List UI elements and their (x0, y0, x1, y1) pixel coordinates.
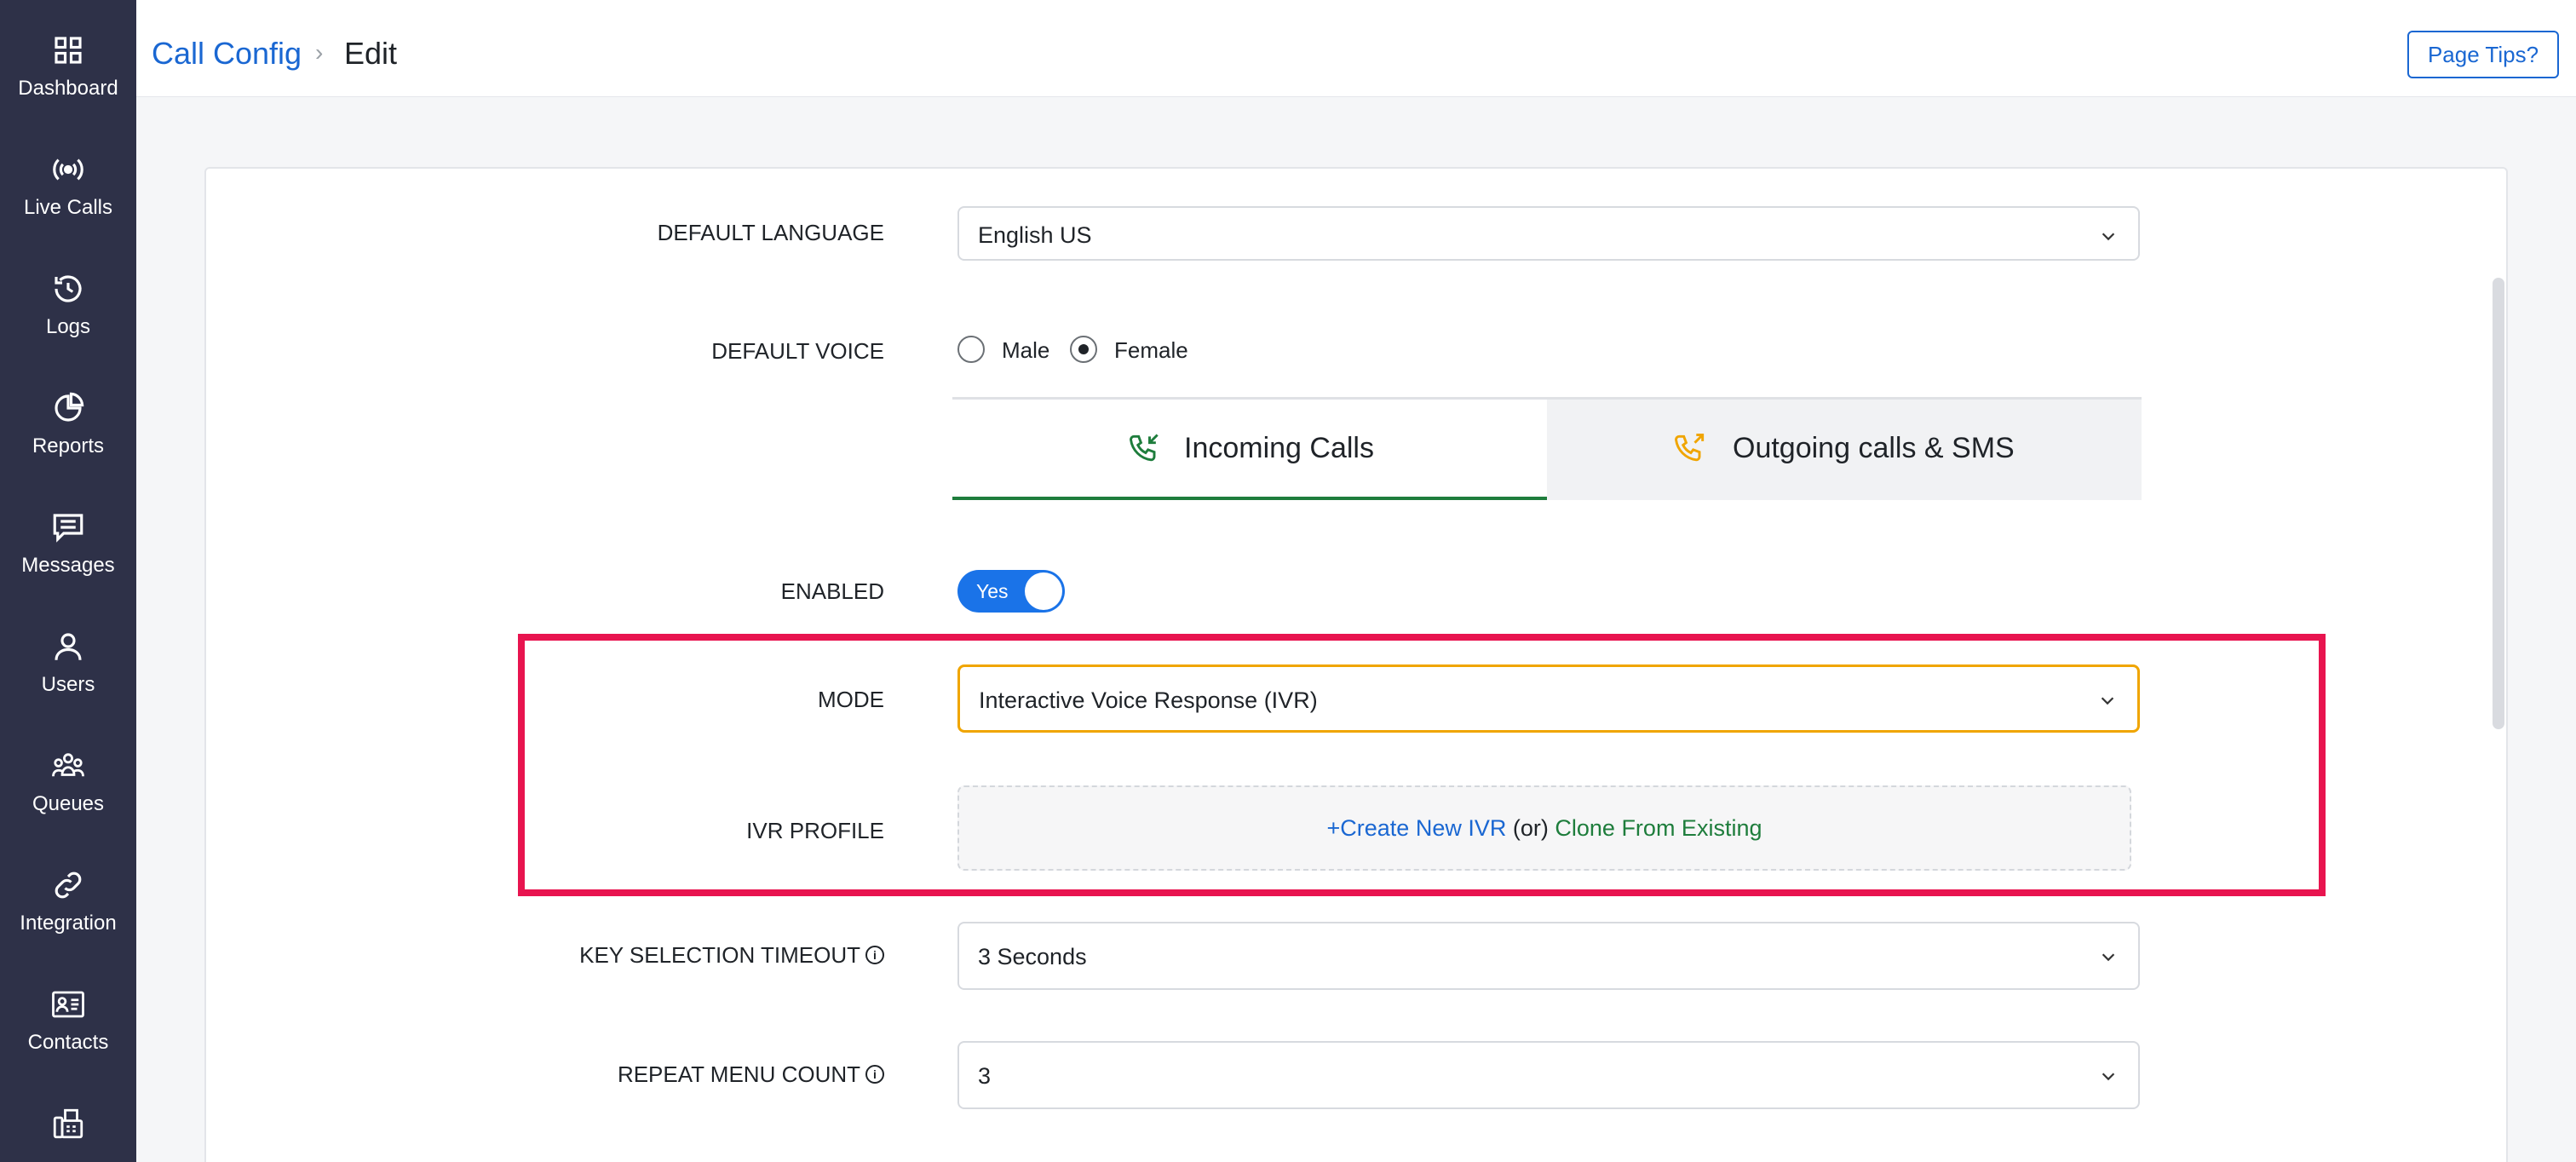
broadcast-icon (0, 152, 136, 187)
tab-incoming-calls[interactable]: Incoming Calls (952, 400, 1547, 500)
page-title: Edit (344, 36, 398, 71)
mode-value: Interactive Voice Response (IVR) (979, 687, 1318, 713)
sidebar-item-messages[interactable]: Messages (0, 509, 136, 578)
sidebar-item-label: Dashboard (18, 77, 118, 100)
chevron-down-icon (2102, 1073, 2115, 1081)
toggle-state-text: Yes (976, 580, 1009, 602)
sidebar-item-queues[interactable]: Queues (0, 748, 136, 816)
breadcrumb-separator: › (315, 39, 324, 66)
sidebar-item-label: Live Calls (23, 196, 113, 219)
sidebar-item-users[interactable]: Users (0, 629, 136, 697)
repeat-menu-count-value: 3 (978, 1063, 992, 1089)
radio-selected-dot (1078, 344, 1089, 354)
sidebar-item-contacts[interactable]: Contacts (0, 987, 136, 1055)
queue-people-icon (0, 748, 136, 784)
info-icon[interactable]: i (865, 946, 884, 964)
link-icon (0, 867, 136, 903)
or-separator: (or) (1512, 815, 1549, 841)
default-voice-label: DEFAULT VOICE (711, 338, 884, 364)
sidebar-item-label: Contacts (27, 1031, 109, 1054)
fax-icon (0, 1106, 136, 1142)
sidebar-item-label: Queues (32, 792, 105, 815)
voice-female-label: Female (1114, 337, 1188, 363)
key-selection-timeout-text: KEY SELECTION TIMEOUT (579, 942, 860, 968)
incoming-call-icon (1130, 434, 1159, 462)
sidebar-item-integration[interactable]: Integration (0, 867, 136, 935)
sidebar-item-label: Messages (21, 554, 115, 577)
pie-chart-icon (0, 390, 136, 426)
sidebar-item-label: Users (41, 673, 95, 696)
default-language-select[interactable]: English US (957, 206, 2140, 261)
page-header: Call Config › Edit Page Tips? (136, 14, 2576, 97)
create-new-ivr-link[interactable]: +Create New IVR (1327, 815, 1507, 841)
mode-select[interactable]: Interactive Voice Response (IVR) (957, 664, 2140, 733)
breadcrumb-call-config-link[interactable]: Call Config (152, 36, 302, 72)
message-icon (0, 509, 136, 545)
contact-card-icon (0, 987, 136, 1022)
voice-female-radio[interactable] (1070, 336, 1097, 363)
key-selection-timeout-label: KEY SELECTION TIMEOUT i (579, 942, 884, 969)
top-strip (0, 0, 2576, 14)
dashboard-grid-icon (0, 32, 136, 68)
sidebar-item-logs[interactable]: Logs (0, 271, 136, 339)
tab-incoming-label: Incoming Calls (1184, 432, 1374, 464)
chevron-down-icon (2101, 697, 2114, 705)
sidebar-item-live-calls[interactable]: Live Calls (0, 152, 136, 220)
mode-label: MODE (818, 687, 884, 712)
clone-from-existing-link[interactable]: Clone From Existing (1555, 815, 1762, 841)
ivr-profile-dropzone: +Create New IVR (or) Clone From Existing (957, 785, 2131, 871)
repeat-menu-count-text: REPEAT MENU COUNT (617, 1061, 860, 1087)
ivr-profile-label: IVR PROFILE (746, 818, 884, 843)
default-language-value: English US (978, 222, 1092, 248)
enabled-toggle[interactable]: Yes (957, 570, 1065, 613)
sidebar-item-label: Integration (20, 912, 117, 935)
panel-scrollbar[interactable] (2493, 278, 2504, 729)
page-tips-button[interactable]: Page Tips? (2407, 31, 2559, 78)
enabled-label: ENABLED (780, 578, 884, 604)
info-icon[interactable]: i (865, 1065, 884, 1084)
repeat-menu-count-select[interactable]: 3 (957, 1041, 2140, 1109)
sidebar-item-label: Logs (45, 315, 91, 338)
key-selection-timeout-value: 3 Seconds (978, 944, 1087, 969)
history-icon (0, 271, 136, 307)
key-selection-timeout-select[interactable]: 3 Seconds (957, 922, 2140, 990)
tab-outgoing-label: Outgoing calls & SMS (1733, 432, 2015, 464)
toggle-knob (1025, 572, 1062, 610)
sidebar: Dashboard Live Calls Logs Reports Messag… (0, 0, 136, 1162)
sidebar-item-label: Reports (32, 434, 105, 457)
default-language-label: DEFAULT LANGUAGE (657, 220, 884, 245)
voice-male-radio[interactable] (957, 336, 985, 363)
voice-male-label: Male (1002, 337, 1050, 363)
chevron-down-icon (2102, 953, 2115, 962)
sidebar-item-dashboard[interactable]: Dashboard (0, 32, 136, 101)
sidebar-item-fax[interactable] (0, 1106, 136, 1150)
outgoing-call-icon (1675, 434, 1705, 462)
repeat-menu-count-label: REPEAT MENU COUNT i (618, 1061, 884, 1088)
user-icon (0, 629, 136, 664)
tab-outgoing-calls-sms[interactable]: Outgoing calls & SMS (1547, 400, 2142, 500)
sidebar-item-reports[interactable]: Reports (0, 390, 136, 458)
chevron-down-icon (2102, 233, 2115, 241)
